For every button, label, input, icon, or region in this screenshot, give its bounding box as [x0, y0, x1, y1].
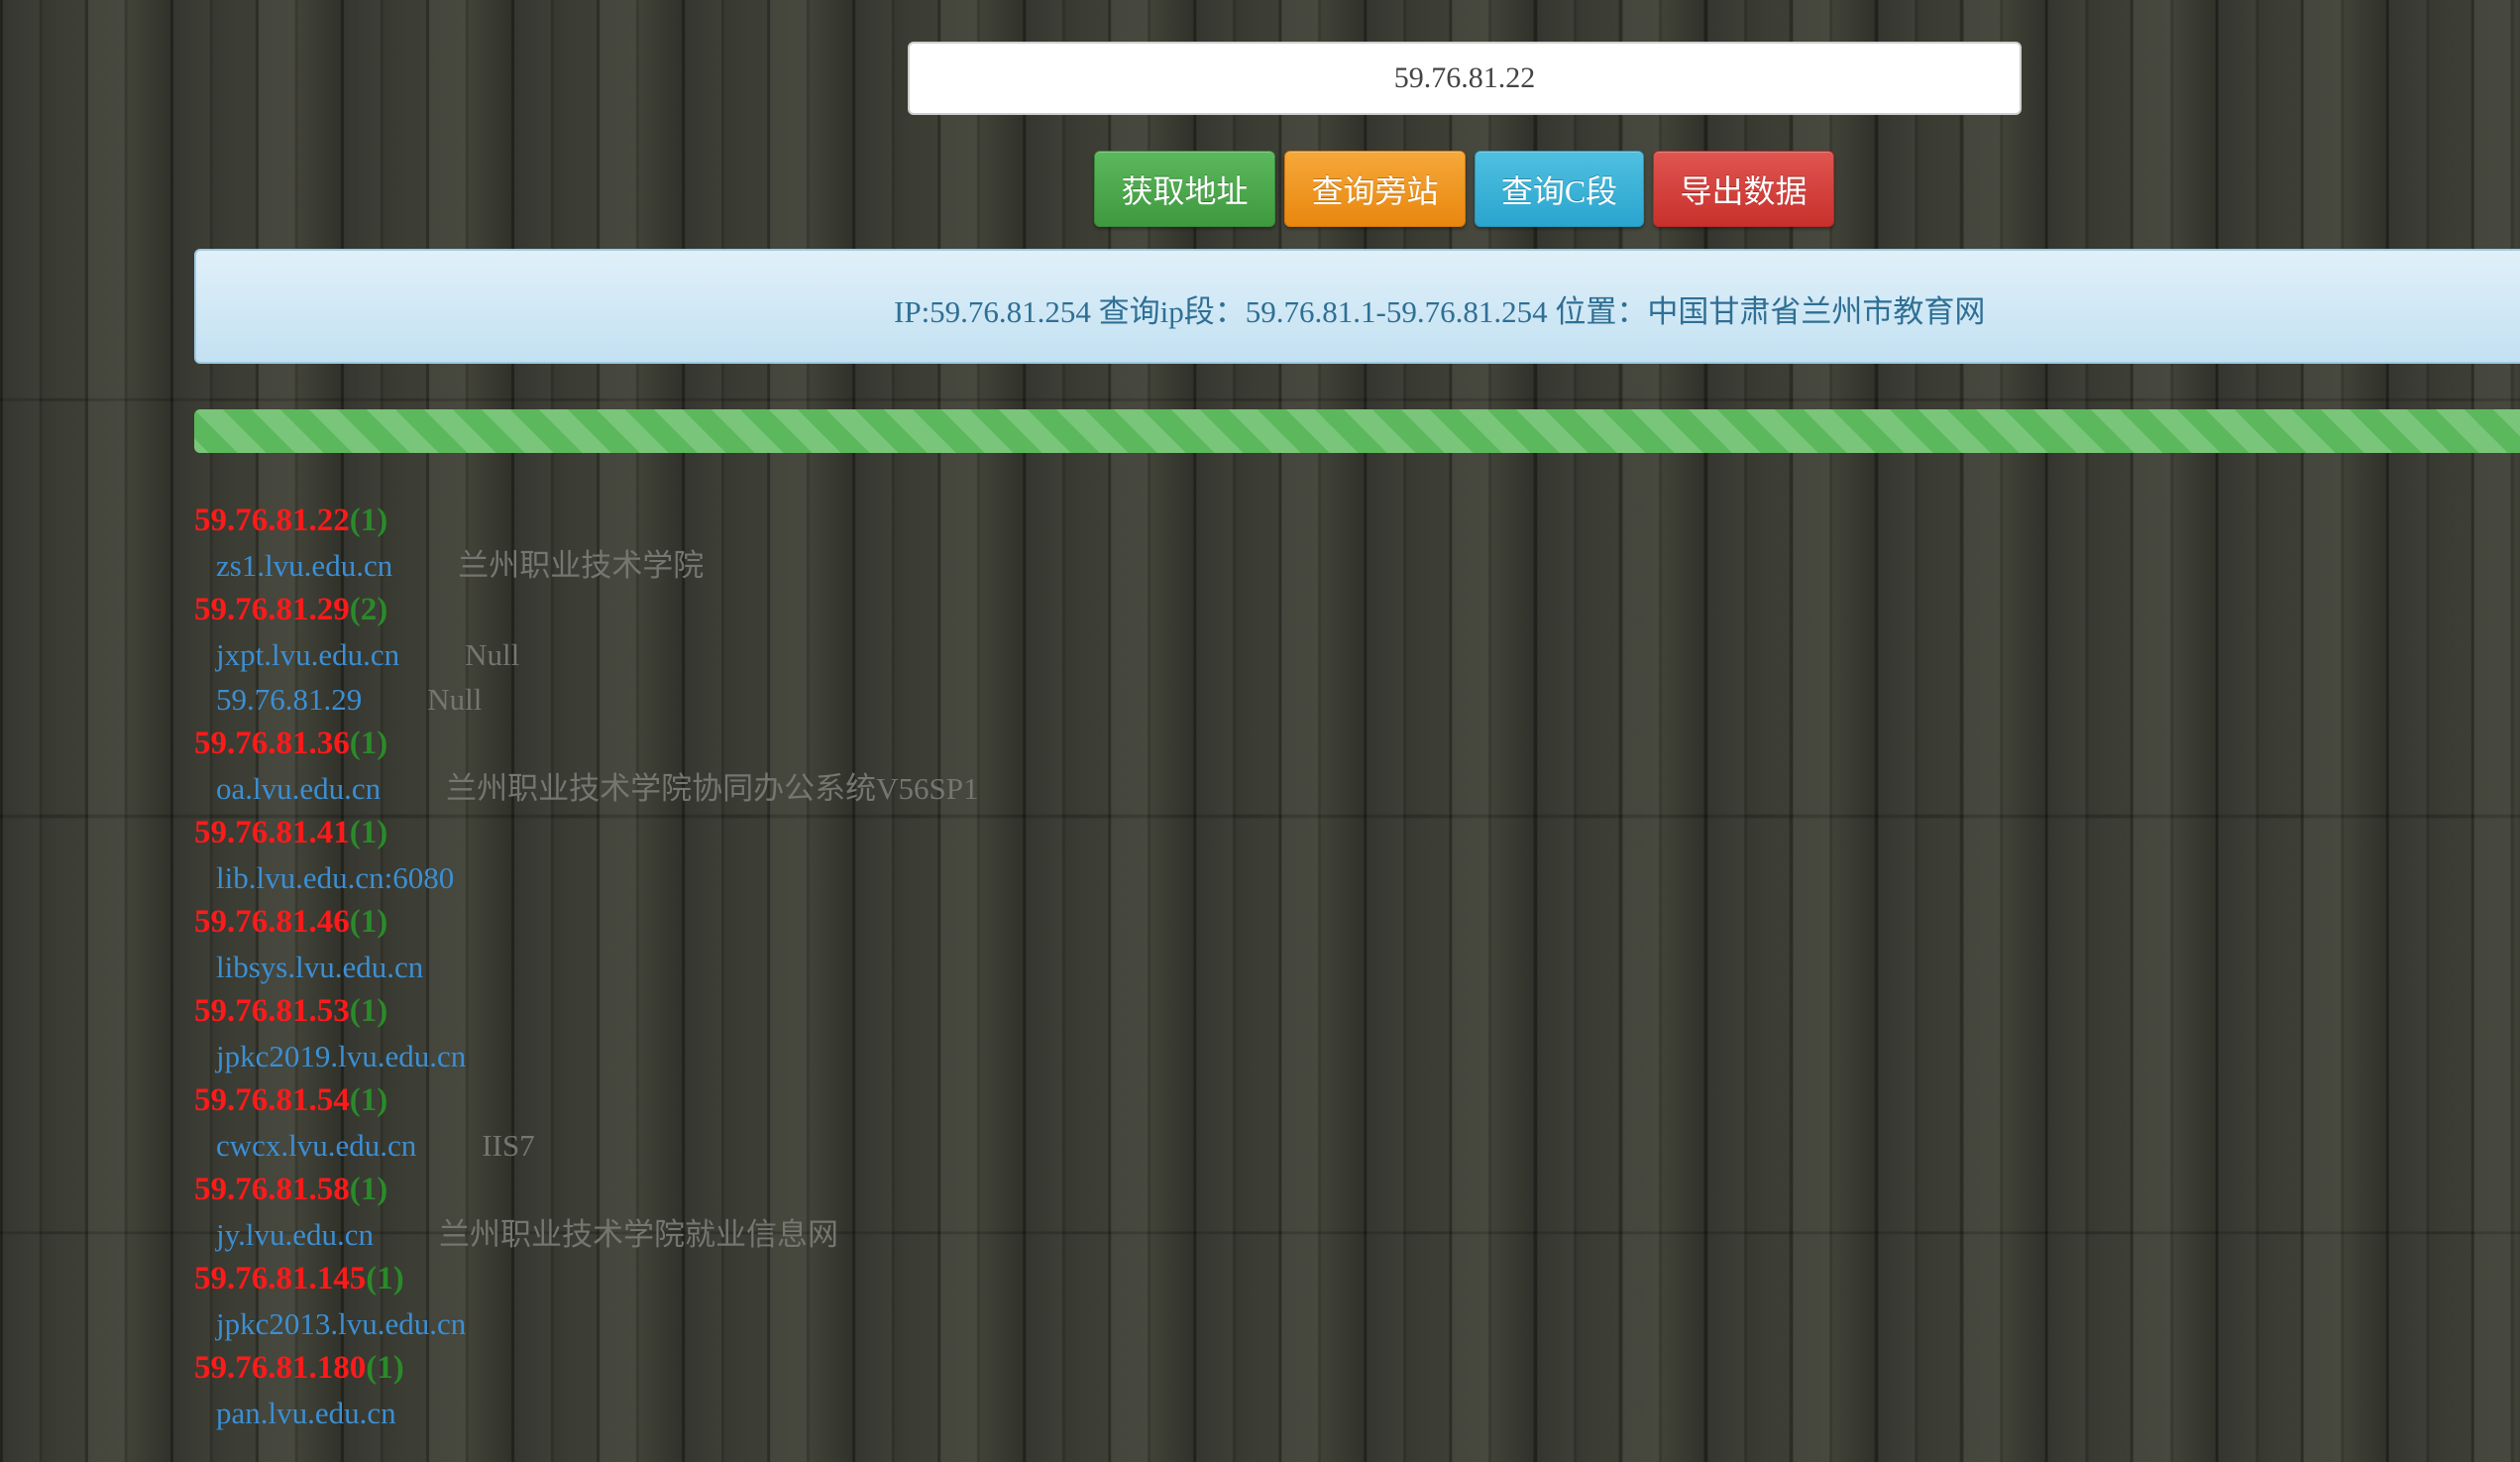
result-site-row: jpkc2019.lvu.edu.cn [194, 1034, 1681, 1078]
result-ip-row: 59.76.81.41(1) [194, 811, 1681, 855]
action-button-row: 获取地址 查询旁站 查询C段 导出数据 [1094, 151, 1834, 227]
result-site-count: (1) [349, 815, 388, 850]
result-site-row: 59.76.81.29 Null [194, 677, 1681, 722]
result-ip-row: 59.76.81.180(1) [194, 1346, 1681, 1391]
result-ip-row: 59.76.81.53(1) [194, 989, 1681, 1034]
result-site-count: (1) [366, 1261, 404, 1296]
result-site-count: (1) [349, 904, 388, 940]
result-site-row: libsys.lvu.edu.cn [194, 945, 1681, 989]
result-site-row: oa.lvu.edu.cn 兰州职业技术学院协同办公系统V56SP1 [194, 766, 1681, 811]
result-ip-row: 59.76.81.54(1) [194, 1078, 1681, 1123]
export-data-button[interactable]: 导出数据 [1653, 151, 1834, 227]
site-title: 兰州职业技术学院协同办公系统V56SP1 [446, 771, 979, 806]
site-domain-link[interactable]: jpkc2019.lvu.edu.cn [216, 1039, 466, 1073]
result-ip: 59.76.81.54 [194, 1082, 350, 1118]
result-site-row: lib.lvu.edu.cn:6080 [194, 855, 1681, 900]
scan-progress-bar [194, 409, 2520, 453]
site-domain-link[interactable]: jxpt.lvu.edu.cn [216, 637, 399, 672]
results-list: 59.76.81.22(1) zs1.lvu.edu.cn 兰州职业技术学院 59.7… [194, 499, 1681, 1435]
site-domain-link[interactable]: jpkc2013.lvu.edu.cn [216, 1306, 466, 1341]
result-ip: 59.76.81.36 [194, 726, 350, 761]
site-domain-link[interactable]: pan.lvu.edu.cn [216, 1396, 396, 1430]
result-ip: 59.76.81.180 [194, 1350, 367, 1386]
site-domain-link[interactable]: libsys.lvu.edu.cn [216, 950, 423, 984]
site-title: 兰州职业技术学院 [458, 548, 705, 583]
result-site-count: (2) [349, 592, 388, 627]
scan-progress [194, 409, 2520, 453]
result-site-row: jxpt.lvu.edu.cn Null [194, 632, 1681, 677]
result-ip: 59.76.81.41 [194, 815, 350, 850]
result-site-count: (1) [349, 503, 388, 538]
result-ip: 59.76.81.145 [194, 1261, 367, 1296]
page-header-cutoff [1090, 0, 1784, 4]
result-ip-row: 59.76.81.58(1) [194, 1168, 1681, 1212]
result-site-count: (1) [366, 1350, 404, 1386]
site-domain-link[interactable]: jy.lvu.edu.cn [216, 1217, 374, 1252]
result-ip: 59.76.81.46 [194, 904, 350, 940]
site-title: Null [427, 682, 483, 717]
site-domain-link[interactable]: zs1.lvu.edu.cn [216, 548, 392, 583]
site-title: Null [465, 637, 520, 672]
result-site-row: zs1.lvu.edu.cn 兰州职业技术学院 [194, 543, 1681, 588]
result-ip: 59.76.81.58 [194, 1172, 350, 1207]
result-site-row: jpkc2013.lvu.edu.cn [194, 1301, 1681, 1346]
result-site-row: jy.lvu.edu.cn 兰州职业技术学院就业信息网 [194, 1212, 1681, 1257]
result-ip: 59.76.81.53 [194, 993, 350, 1029]
result-ip-row: 59.76.81.36(1) [194, 722, 1681, 766]
result-ip-row: 59.76.81.22(1) [194, 499, 1681, 543]
query-sites-button[interactable]: 查询旁站 [1284, 151, 1466, 227]
result-site-count: (1) [349, 993, 388, 1029]
query-c-segment-button[interactable]: 查询C段 [1475, 151, 1644, 227]
result-ip: 59.76.81.22 [194, 503, 350, 538]
result-site-count: (1) [349, 1172, 388, 1207]
ip-info-alert: IP:59.76.81.254 查询ip段：59.76.81.1-59.76.8… [194, 249, 2520, 364]
site-domain-link[interactable]: lib.lvu.edu.cn:6080 [216, 860, 454, 895]
result-site-row: pan.lvu.edu.cn [194, 1391, 1681, 1435]
site-domain-link[interactable]: cwcx.lvu.edu.cn [216, 1128, 416, 1163]
result-site-count: (1) [349, 726, 388, 761]
ip-search-input[interactable] [908, 42, 2022, 115]
ip-info-text: IP:59.76.81.254 查询ip段：59.76.81.1-59.76.8… [894, 294, 1986, 329]
result-ip-row: 59.76.81.29(2) [194, 588, 1681, 632]
result-ip: 59.76.81.29 [194, 592, 350, 627]
site-title: IIS7 [482, 1128, 535, 1163]
site-domain-link[interactable]: oa.lvu.edu.cn [216, 771, 381, 806]
result-ip-row: 59.76.81.145(1) [194, 1257, 1681, 1301]
result-ip-row: 59.76.81.46(1) [194, 900, 1681, 945]
result-site-row: cwcx.lvu.edu.cn IIS7 [194, 1123, 1681, 1168]
site-domain-link[interactable]: 59.76.81.29 [216, 682, 362, 717]
site-title: 兰州职业技术学院就业信息网 [438, 1217, 838, 1252]
result-site-count: (1) [349, 1082, 388, 1118]
get-address-button[interactable]: 获取地址 [1094, 151, 1275, 227]
